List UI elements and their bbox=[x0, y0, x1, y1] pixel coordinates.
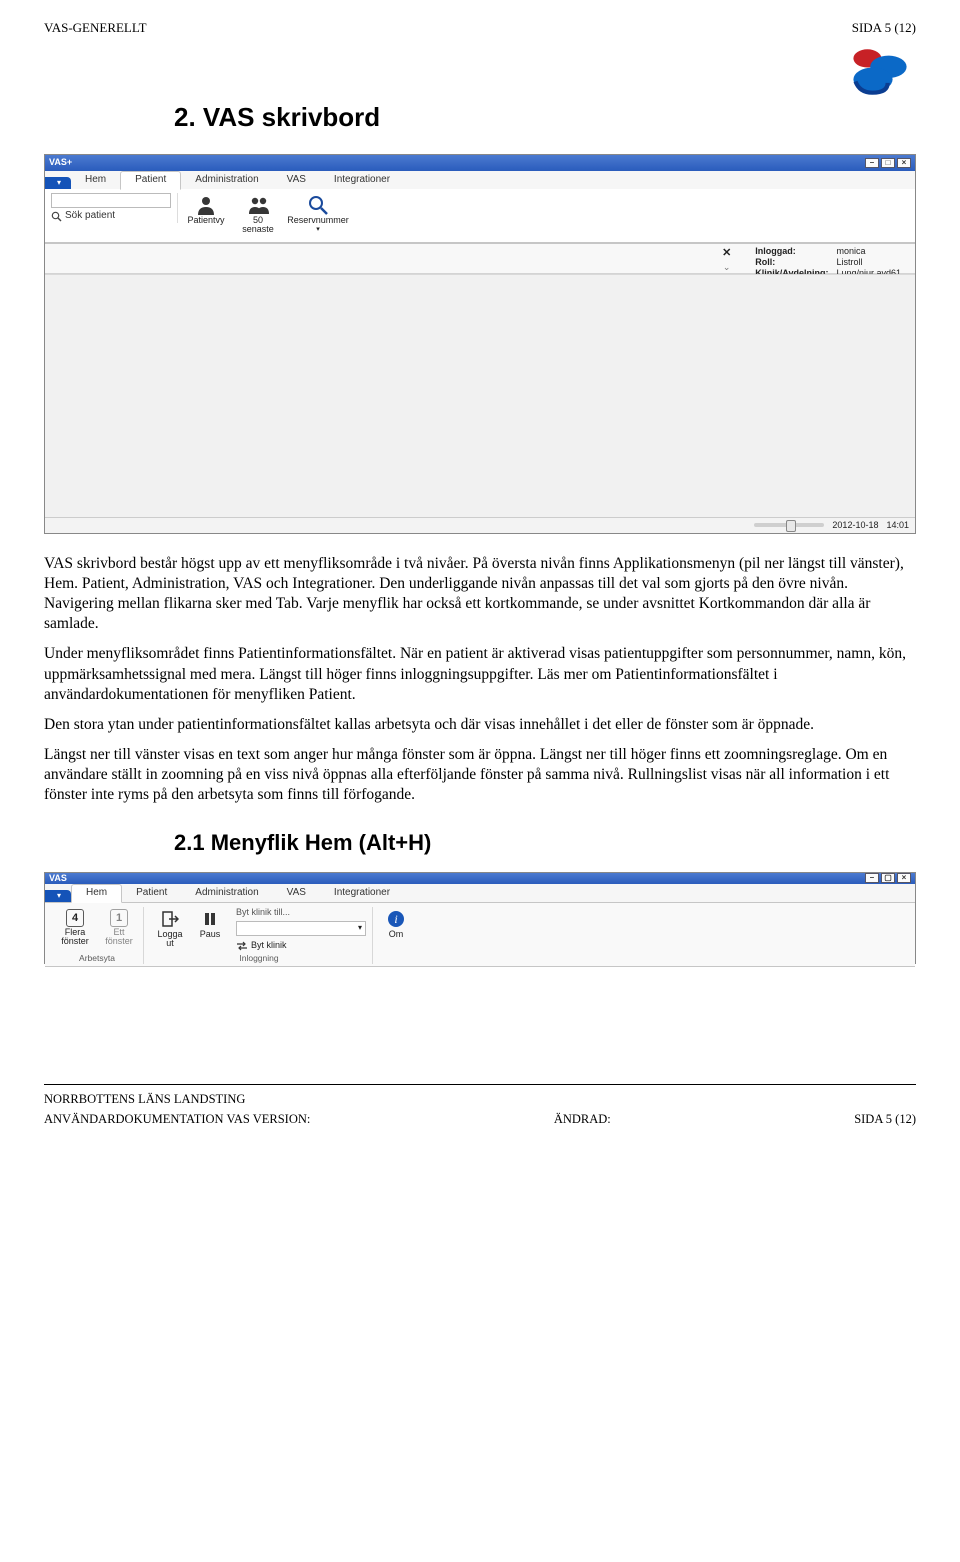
chevron-down-icon: ▾ bbox=[358, 923, 362, 933]
restore-icon[interactable]: □ bbox=[881, 158, 895, 168]
window-title: VAS+ bbox=[49, 157, 72, 169]
info-icon: i bbox=[385, 909, 407, 929]
tab-vas[interactable]: VAS bbox=[273, 885, 320, 902]
section-heading: 2. VAS skrivbord bbox=[174, 101, 916, 134]
clear-patient-icon[interactable]: ✕ bbox=[722, 246, 731, 260]
minimize-icon[interactable]: – bbox=[865, 158, 879, 168]
footer-version-label: ANVÄNDARDOKUMENTATION VAS VERSION: bbox=[44, 1111, 310, 1127]
paus-button[interactable]: Paus bbox=[194, 907, 226, 941]
vas-logo bbox=[844, 43, 916, 99]
patientvy-button[interactable]: Patientvy bbox=[182, 193, 230, 227]
pause-icon bbox=[199, 909, 221, 929]
person-icon bbox=[195, 195, 217, 215]
ett-fonster-button[interactable]: 1 Ettfönster bbox=[101, 907, 137, 948]
doc-header-right: SIDA 5 (12) bbox=[852, 20, 916, 37]
search-button[interactable]: Sök patient bbox=[51, 210, 171, 223]
group-arbetsyta-label: Arbetsyta bbox=[51, 953, 143, 964]
group-inloggning-label: Inloggning bbox=[146, 953, 372, 964]
para-2: Under menyfliksområdet finns Patientinfo… bbox=[44, 644, 916, 704]
chevron-down-icon: ▾ bbox=[316, 226, 320, 235]
status-date: 2012-10-18 bbox=[832, 520, 878, 532]
windows-count-one-icon: 1 bbox=[110, 909, 128, 927]
people-icon bbox=[247, 195, 269, 215]
windows-count-many-icon: 4 bbox=[66, 909, 84, 927]
doc-header-left: VAS-GENERELLT bbox=[44, 20, 147, 37]
para-1: VAS skrivbord består högst upp av ett me… bbox=[44, 554, 916, 635]
footer-org: NORRBOTTENS LÄNS LANDSTING bbox=[44, 1091, 916, 1107]
close-icon[interactable]: × bbox=[897, 873, 911, 883]
tab-patient[interactable]: Patient bbox=[122, 885, 181, 902]
expand-down-icon[interactable]: ⌄ bbox=[723, 262, 731, 274]
svg-text:i: i bbox=[394, 912, 397, 926]
para-3: Den stora ytan under patientinformations… bbox=[44, 715, 916, 735]
tab-integrationer[interactable]: Integrationer bbox=[320, 172, 404, 189]
tab-administration[interactable]: Administration bbox=[181, 885, 272, 902]
tab-patient[interactable]: Patient bbox=[120, 171, 181, 190]
tab-vas[interactable]: VAS bbox=[273, 172, 320, 189]
tab-integrationer[interactable]: Integrationer bbox=[320, 885, 404, 902]
search-icon bbox=[51, 211, 62, 222]
minimize-icon[interactable]: – bbox=[865, 873, 879, 883]
om-button[interactable]: i Om bbox=[381, 907, 411, 941]
subsection-heading: 2.1 Menyflik Hem (Alt+H) bbox=[174, 829, 916, 857]
byt-klinik-button[interactable]: Byt klinik bbox=[236, 940, 366, 952]
byt-klinik-label: Byt klinik till... bbox=[236, 907, 366, 919]
flera-fonster-button[interactable]: 4 Flerafönster bbox=[57, 907, 93, 948]
close-icon[interactable]: × bbox=[897, 158, 911, 168]
maximize-icon[interactable]: ▢ bbox=[881, 873, 895, 883]
senaste-50-button[interactable]: 50senaste bbox=[234, 193, 282, 236]
app-menu-button[interactable] bbox=[45, 177, 71, 189]
window-title-2: VAS bbox=[49, 873, 67, 885]
screenshot-skrivbord: VAS+ – □ × Hem Patient Administration VA… bbox=[44, 154, 916, 534]
byt-klinik-dropdown[interactable]: ▾ bbox=[236, 921, 366, 936]
work-area bbox=[45, 274, 915, 517]
reservnummer-button[interactable]: Reservnummer ▾ bbox=[286, 193, 350, 237]
search-large-icon bbox=[307, 195, 329, 215]
tab-hem[interactable]: Hem bbox=[71, 884, 122, 903]
tab-hem[interactable]: Hem bbox=[71, 172, 120, 189]
app-menu-button[interactable] bbox=[45, 890, 71, 902]
logga-ut-button[interactable]: Loggaut bbox=[152, 907, 188, 950]
para-4: Längst ner till vänster visas en text so… bbox=[44, 745, 916, 805]
footer-changed-label: ÄNDRAD: bbox=[554, 1111, 611, 1127]
swap-icon bbox=[236, 940, 248, 952]
screenshot-hem-ribbon: VAS – ▢ × Hem Patient Administration VAS… bbox=[44, 872, 916, 964]
zoom-slider[interactable] bbox=[754, 523, 824, 527]
status-time: 14:01 bbox=[886, 520, 909, 532]
footer-page: SIDA 5 (12) bbox=[854, 1111, 916, 1127]
logout-icon bbox=[159, 909, 181, 929]
tab-administration[interactable]: Administration bbox=[181, 172, 272, 189]
search-input[interactable] bbox=[51, 193, 171, 208]
